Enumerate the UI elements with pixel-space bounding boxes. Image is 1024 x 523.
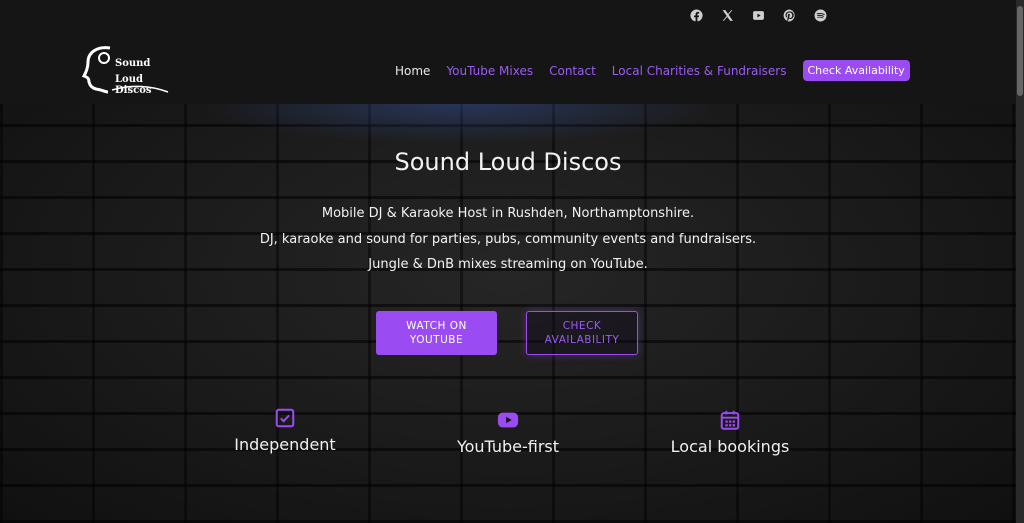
- check-availability-button[interactable]: CHECK AVAILABILITY: [526, 311, 638, 355]
- spotify-icon[interactable]: [812, 7, 828, 23]
- facebook-icon[interactable]: [688, 7, 704, 23]
- watch-on-youtube-label: WATCH ON YOUTUBE: [406, 320, 467, 346]
- feature-independent: Independent: [185, 407, 385, 454]
- feature-label: Independent: [234, 435, 336, 454]
- check-availability-nav-button[interactable]: Check Availability: [802, 60, 910, 81]
- page-scrollbar[interactable]: [1016, 0, 1024, 523]
- x-icon[interactable]: [719, 7, 735, 23]
- hero-section: Sound Loud Discos Mobile DJ & Karaoke Ho…: [0, 104, 1016, 523]
- site-header: Sound Loud Discos Home YouTube Mixes Con…: [0, 0, 1016, 104]
- social-links: [688, 7, 828, 23]
- logo-line-2: Loud Discos: [115, 74, 152, 96]
- watch-on-youtube-button[interactable]: WATCH ON YOUTUBE: [376, 311, 497, 355]
- calendar-icon: [720, 410, 740, 430]
- feature-youtube-first: YouTube-first: [408, 409, 608, 456]
- feature-label: YouTube-first: [456, 437, 560, 456]
- nav-home[interactable]: Home: [395, 64, 430, 78]
- check-availability-label: CHECK AVAILABILITY: [544, 320, 620, 346]
- hero-tagline-1: Mobile DJ & Karaoke Host in Rushden, Nor…: [321, 206, 695, 221]
- youtube-play-icon: [497, 412, 519, 428]
- nav-local-charities[interactable]: Local Charities & Fundraisers: [612, 64, 787, 78]
- hero-title: Sound Loud Discos: [394, 148, 622, 176]
- pinterest-icon[interactable]: [781, 7, 797, 23]
- hero-tagline-2: DJ, karaoke and sound for parties, pubs,…: [259, 232, 757, 247]
- hero-tagline-3: Jungle & DnB mixes streaming on YouTube.: [368, 257, 648, 272]
- feature-local-bookings: Local bookings: [630, 409, 830, 456]
- feature-label: Local bookings: [670, 437, 790, 456]
- checkbox-icon: [275, 408, 295, 428]
- main-nav: Home YouTube Mixes Contact Local Chariti…: [395, 60, 910, 81]
- nav-youtube-mixes[interactable]: YouTube Mixes: [446, 64, 533, 78]
- site-logo[interactable]: Sound Loud Discos: [82, 44, 172, 96]
- nav-contact[interactable]: Contact: [549, 64, 596, 78]
- youtube-icon[interactable]: [750, 7, 766, 23]
- logo-line-1: Sound: [115, 58, 151, 69]
- scrollbar-thumb[interactable]: [1017, 6, 1023, 96]
